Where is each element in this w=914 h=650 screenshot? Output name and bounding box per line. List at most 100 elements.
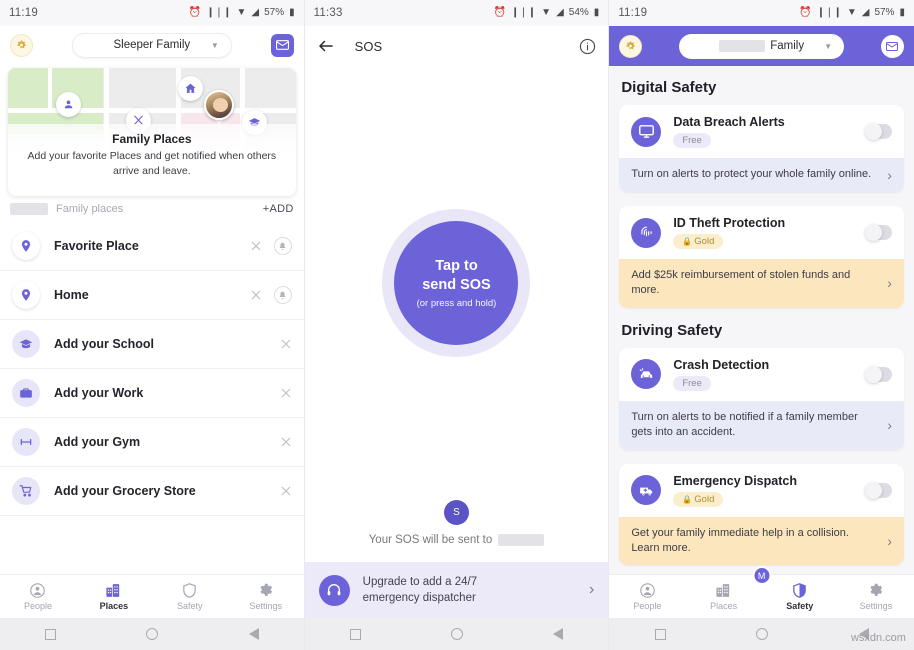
person-pin-icon[interactable] [56, 92, 81, 117]
card-footer[interactable]: Add $25k reimbursement of stolen funds a… [619, 259, 904, 308]
tab-safety[interactable]: Safety [152, 575, 228, 618]
shield-icon [793, 583, 807, 598]
tab-settings[interactable]: Settings [838, 575, 914, 618]
chevron-down-icon: ▼ [824, 41, 833, 51]
recents-button[interactable] [45, 628, 57, 640]
notification-bell-icon[interactable] [273, 237, 292, 255]
upgrade-dispatcher-banner[interactable]: Upgrade to add a 24/7 emergency dispatch… [304, 562, 609, 618]
list-item[interactable]: Add your Grocery Store [0, 467, 304, 516]
ambulance-icon [631, 475, 662, 506]
buildings-icon [106, 584, 120, 597]
feature-name: Emergency Dispatch [673, 473, 797, 488]
row-actions [250, 286, 292, 304]
list-item[interactable]: Home [0, 271, 304, 320]
member-photo-pin[interactable] [204, 90, 234, 125]
feature-toggle[interactable] [864, 481, 892, 499]
close-icon[interactable] [280, 338, 292, 350]
place-name: Favorite Place [54, 239, 139, 253]
tab-settings[interactable]: Settings [228, 575, 304, 618]
row-actions [250, 237, 292, 255]
tab-people[interactable]: People [0, 575, 76, 618]
lock-icon: 🔒 [682, 494, 693, 504]
phone-screen-safety: 11:19 ⏰ ❙❘❙ ▼ ◢ 57% ▮ Family ▼ Digital S… [609, 0, 914, 650]
family-places-map-card[interactable]: Family Places Add your favorite Places a… [8, 68, 296, 196]
status-bar-middle: 11:33 ⏰ ❙❘❙ ▼ ◢ 54% ▮ [304, 0, 609, 26]
place-name: Home [54, 288, 89, 302]
tab-people[interactable]: People [609, 575, 685, 618]
chevron-down-icon: ▼ [210, 40, 219, 50]
member-avatar-badge[interactable]: M [752, 566, 772, 585]
home-button[interactable] [146, 628, 159, 640]
tab-places[interactable]: Places [76, 575, 152, 618]
add-place-button[interactable]: +ADD [263, 203, 294, 215]
list-item[interactable]: Add your School [0, 320, 304, 369]
location-pin-icon [12, 232, 40, 260]
app-header-right: Family ▼ [609, 26, 914, 66]
upgrade-line1: Upgrade to add a 24/7 [362, 575, 478, 588]
send-sos-button[interactable]: Tap to send SOS (or press and hold) [394, 221, 519, 345]
mail-icon[interactable] [880, 34, 904, 58]
notification-bell-icon[interactable] [273, 286, 292, 304]
place-name: Add your Work [54, 386, 144, 400]
signal-icon: ◢ [251, 7, 260, 18]
feature-toggle[interactable] [864, 224, 892, 241]
upgrade-line2: emergency dispatcher [362, 592, 476, 604]
close-icon[interactable] [250, 289, 262, 301]
badge-text: Gold [694, 236, 715, 247]
card-footer[interactable]: Get your family immediate help in a coll… [619, 516, 904, 566]
family-selector[interactable]: Sleeper Family ▼ [71, 32, 232, 58]
feature-toggle[interactable] [864, 365, 892, 383]
three-phone-screenshots: 11:19 ⏰ ❙❘❙ ▼ ◢ 57% ▮ Sleeper Family ▼ F… [0, 0, 914, 650]
tab-places[interactable]: Places [685, 575, 761, 618]
close-icon[interactable] [280, 485, 292, 497]
card-meta: ID Theft Protection 🔒 Gold [673, 216, 785, 249]
page-title: SOS [354, 38, 383, 54]
battery-icon: ▮ [593, 7, 600, 18]
info-icon[interactable] [579, 38, 596, 55]
feature-toggle[interactable] [864, 123, 892, 140]
tab-safety[interactable]: Safety [762, 575, 838, 618]
back-button[interactable] [248, 628, 259, 640]
sos-button-ring: Tap to send SOS (or press and hold) [382, 209, 531, 357]
status-bar-left: 11:19 ⏰ ❙❘❙ ▼ ◢ 57% ▮ [0, 0, 304, 26]
family-places-bar: Family places +ADD [0, 196, 304, 222]
card-meta: Crash Detection Free [673, 358, 769, 391]
gold-star-badge-icon[interactable] [619, 34, 643, 58]
person-circle-icon [640, 583, 655, 598]
list-item[interactable]: Add your Work [0, 369, 304, 418]
section-title-digital-safety: Digital Safety [621, 79, 717, 96]
recents-button[interactable] [654, 628, 666, 640]
footer-text: Get your family immediate help in a coll… [631, 526, 849, 554]
status-time: 11:33 [313, 7, 343, 19]
family-selector[interactable]: Family ▼ [679, 33, 845, 59]
sos-line2: send SOS [422, 276, 491, 293]
list-item[interactable]: Add your Gym [0, 418, 304, 467]
sos-recipient-area: S Your SOS will be sent to [304, 500, 609, 562]
back-arrow-icon[interactable] [317, 37, 335, 55]
sos-line1: Tap to [435, 258, 478, 275]
close-icon[interactable] [280, 387, 292, 399]
dumbbell-icon [12, 428, 40, 456]
card-header: Emergency Dispatch 🔒 Gold [619, 464, 904, 517]
safety-card-data-breach-alerts: Data Breach Alerts Free Turn on alerts t… [619, 105, 904, 192]
avatar: S [443, 500, 469, 525]
battery-percent: 54% [568, 7, 589, 18]
close-icon[interactable] [280, 436, 292, 448]
home-button[interactable] [756, 628, 769, 640]
list-item[interactable]: Favorite Place [0, 222, 304, 271]
wifi-icon: ▼ [846, 7, 857, 18]
alarm-icon: ⏰ [188, 7, 202, 18]
card-footer[interactable]: Turn on alerts to be notified if a famil… [619, 400, 904, 450]
gold-star-badge-icon[interactable] [10, 33, 33, 57]
mail-icon[interactable] [270, 33, 294, 57]
close-icon[interactable] [250, 240, 262, 252]
tab-label: Settings [859, 601, 893, 611]
home-button[interactable] [450, 628, 463, 640]
home-icon[interactable] [178, 76, 203, 101]
card-footer[interactable]: Turn on alerts to protect your whole fam… [619, 158, 904, 192]
location-pin-icon [12, 281, 40, 309]
back-button[interactable] [553, 628, 564, 640]
row-actions [280, 387, 292, 399]
recents-button[interactable] [349, 628, 361, 640]
status-icons: ⏰ ❙❘❙ ▼ ◢ 57% ▮ [799, 8, 905, 18]
